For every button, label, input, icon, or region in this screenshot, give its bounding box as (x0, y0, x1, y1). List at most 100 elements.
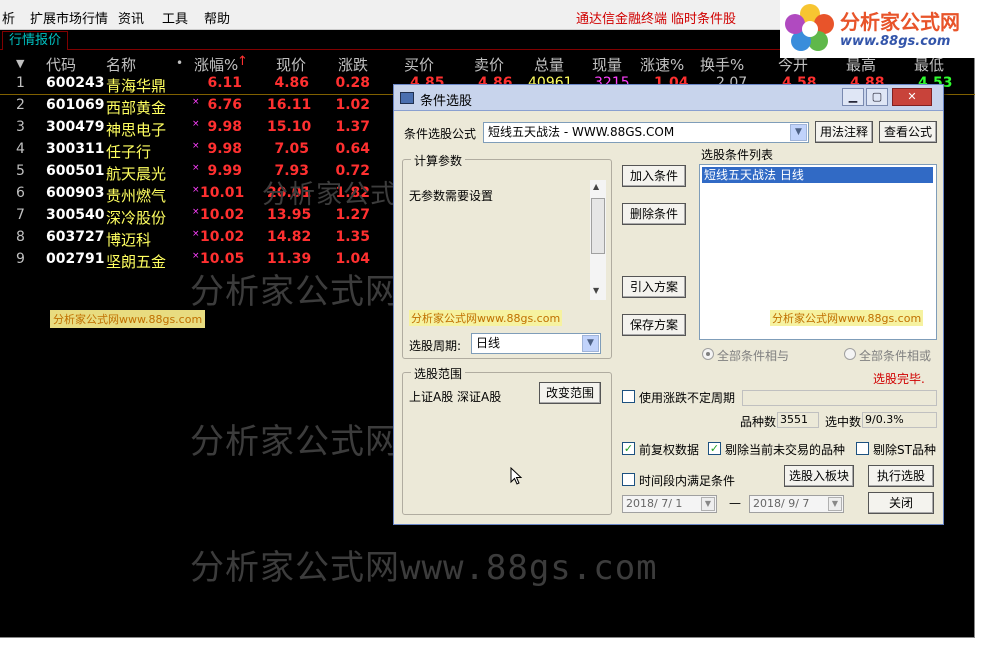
usage-notes-button[interactable]: 用法注释 (815, 121, 873, 143)
cell-code: 600903 (46, 185, 105, 201)
params-watermark: 分析家公式网www.88gs.com (409, 310, 563, 326)
table-row[interactable]: 3 300479 神思电子 × 9.98 15.10 1.37 (0, 118, 400, 140)
save-scheme-button[interactable]: 保存方案 (622, 314, 686, 336)
variable-period-field[interactable] (742, 390, 937, 406)
condition-list-item[interactable]: 短线五天战法 日线 (702, 167, 933, 183)
cell-name: 航天晨光 (106, 165, 167, 183)
table-row[interactable]: 4 300311 任子行 × 9.98 7.05 0.64 (0, 140, 400, 162)
col-bid[interactable]: 买价 (404, 54, 434, 75)
exclude-st-checkbox[interactable] (856, 442, 869, 455)
cell-code: 601069 (46, 97, 105, 113)
cell-mark: × (192, 207, 200, 217)
radio-and-label: 全部条件相与 (717, 349, 790, 363)
done-status: 选股完毕. (873, 372, 925, 386)
table-row[interactable]: 2 601069 西部黄金 × 6.76 16.11 1.02 (0, 96, 400, 118)
col-volume[interactable]: 总量 (534, 54, 564, 75)
view-formula-button[interactable]: 查看公式 (879, 121, 937, 143)
menu-item-extended-market[interactable]: 扩展市场行情 (30, 8, 108, 27)
cell-price: 4.86 (274, 75, 309, 91)
col-code[interactable]: 代码 (46, 54, 76, 75)
condition-list[interactable]: 短线五天战法 日线 分析家公式网www.88gs.com (699, 164, 937, 340)
cell-index: 7 (16, 207, 25, 223)
cell-mark: × (192, 251, 200, 261)
cell-change-pct: 9.98 (207, 119, 242, 135)
col-speed[interactable]: 涨速% (640, 54, 684, 75)
cell-index: 6 (16, 185, 25, 201)
table-row[interactable]: 1 600243 青海华鼎 6.11 4.86 0.28 (0, 74, 400, 96)
change-scope-button[interactable]: 改变范围 (539, 382, 601, 404)
link-temp-condition-stocks[interactable]: 临时条件股 (671, 8, 736, 27)
col-change[interactable]: 涨跌 (338, 54, 368, 75)
variable-period-checkbox[interactable] (622, 390, 635, 403)
cell-index: 4 (16, 141, 25, 157)
menu-item-help[interactable]: 帮助 (204, 8, 230, 27)
adjust-checkbox[interactable]: ✓ (622, 442, 635, 455)
dialog-titlebar[interactable]: 条件选股 ▁ ▢ ✕ (394, 85, 943, 111)
link-tdx-terminal[interactable]: 通达信金融终端 (576, 8, 667, 27)
radio-and[interactable] (702, 348, 714, 360)
time-period-label: 时间段内满足条件 (639, 474, 736, 488)
formula-label: 条件选股公式 (404, 127, 477, 141)
col-change-pct[interactable]: 涨幅% (194, 54, 238, 75)
cell-name: 贵州燃气 (106, 187, 167, 205)
col-turnover[interactable]: 换手% (700, 54, 744, 75)
cell-change: 1.37 (335, 119, 370, 135)
cell-index: 2 (16, 97, 25, 113)
logo-url: www.88gs.com (840, 34, 951, 49)
to-block-button[interactable]: 选股入板块 (784, 465, 854, 487)
menu-item-analysis[interactable]: 析 (2, 8, 15, 27)
formula-select[interactable]: 短线五天战法 - WWW.88GS.COM ▼ (483, 122, 809, 143)
sort-up-arrow-icon: ↑ (237, 54, 248, 69)
scroll-thumb[interactable] (591, 198, 605, 254)
tab-quotes[interactable]: 行情报价 (2, 31, 69, 50)
time-period-checkbox[interactable] (622, 473, 635, 486)
radio-or[interactable] (844, 348, 856, 360)
import-scheme-button[interactable]: 引入方案 (622, 276, 686, 298)
menu-item-news[interactable]: 资讯 (118, 8, 144, 27)
date-to[interactable]: 2018/ 9/ 7 ▼ (749, 495, 844, 513)
exclude-untraded-checkbox[interactable]: ✓ (708, 442, 721, 455)
cell-mark: × (192, 119, 200, 129)
col-price[interactable]: 现价 (276, 54, 306, 75)
table-row[interactable]: 8 603727 博迈科 × 10.02 14.82 1.35 (0, 228, 400, 250)
cell-index: 9 (16, 251, 25, 267)
chevron-down-icon[interactable]: ▼ (828, 497, 842, 511)
chevron-down-icon[interactable]: ▼ (790, 124, 807, 141)
maximize-icon[interactable]: ▢ (866, 88, 888, 106)
cell-price: 14.82 (267, 229, 312, 245)
scroll-down-icon[interactable]: ▼ (593, 286, 599, 295)
cell-name: 坚朗五金 (106, 253, 167, 271)
cell-code: 002791 (46, 251, 105, 267)
cell-index: 8 (16, 229, 25, 245)
delete-condition-button[interactable]: 删除条件 (622, 203, 686, 225)
cell-code: 603727 (46, 229, 105, 245)
col-cur-volume[interactable]: 现量 (592, 54, 622, 75)
watermark-badge: 分析家公式网www.88gs.com (50, 310, 206, 328)
cell-change-pct: 6.76 (207, 97, 242, 113)
date-from-value: 2018/ 7/ 1 (626, 497, 683, 510)
sort-arrow-icon[interactable]: ▼ (16, 57, 24, 70)
col-name[interactable]: 名称 (106, 54, 136, 75)
cell-change: 0.28 (335, 75, 370, 91)
execute-button[interactable]: 执行选股 (868, 465, 934, 487)
close-icon[interactable]: ✕ (892, 88, 932, 106)
period-select[interactable]: 日线 ▼ (471, 333, 601, 354)
cell-change: 1.02 (335, 97, 370, 113)
add-condition-button[interactable]: 加入条件 (622, 165, 686, 187)
date-from[interactable]: 2018/ 7/ 1 ▼ (622, 495, 717, 513)
chevron-down-icon[interactable]: ▼ (582, 335, 599, 352)
scroll-up-icon[interactable]: ▲ (593, 182, 599, 191)
condition-list-label: 选股条件列表 (701, 148, 774, 162)
cell-index: 3 (16, 119, 25, 135)
chevron-down-icon[interactable]: ▼ (701, 497, 715, 511)
params-scrollbar[interactable]: ▲ ▼ (590, 180, 606, 300)
watermark-3: 分析家公式网www.88gs.com (190, 548, 658, 588)
menu-item-tools[interactable]: 工具 (162, 8, 188, 27)
close-button[interactable]: 关闭 (868, 492, 934, 514)
cell-change-pct: 10.02 (200, 207, 245, 223)
count-label: 品种数 (740, 415, 777, 429)
params-group-title: 计算参数 (411, 152, 466, 169)
cell-mark: × (192, 229, 200, 239)
minimize-icon[interactable]: ▁ (842, 88, 864, 106)
col-ask[interactable]: 卖价 (474, 54, 504, 75)
